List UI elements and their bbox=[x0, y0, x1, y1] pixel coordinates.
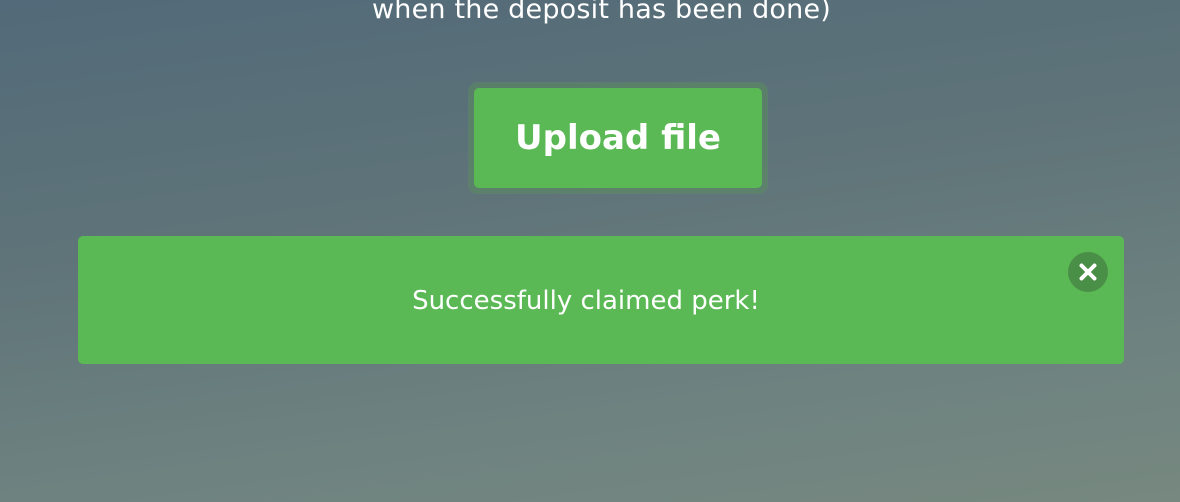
alert-message: Successfully claimed perk! bbox=[412, 286, 760, 316]
success-alert: Successfully claimed perk! bbox=[78, 236, 1124, 364]
close-icon bbox=[1079, 263, 1097, 281]
upload-file-button[interactable]: Upload file bbox=[474, 88, 762, 188]
instructions-text: when the deposit has been done) bbox=[371, 0, 832, 25]
alert-close-button[interactable] bbox=[1068, 252, 1108, 292]
